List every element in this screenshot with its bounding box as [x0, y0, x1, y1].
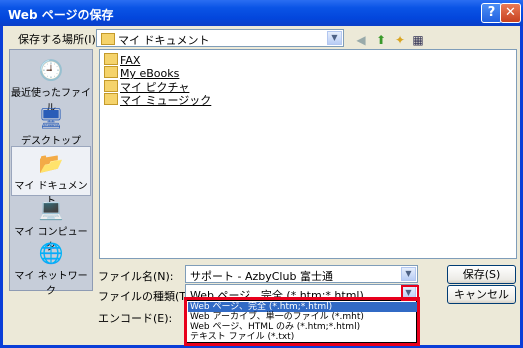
- chevron-down-icon[interactable]: ▼: [401, 267, 416, 281]
- pictures-folder-icon: [104, 80, 118, 92]
- my-network-icon: 🌐: [38, 241, 64, 265]
- place-my-network[interactable]: 🌐 マイ ネットワーク: [11, 237, 91, 297]
- place-desktop[interactable]: 🖥 デスクトップ: [11, 102, 91, 152]
- back-icon[interactable]: ◀: [353, 32, 369, 48]
- place-my-computer[interactable]: 💻 マイ コンピュータ: [11, 193, 91, 253]
- place-recent[interactable]: 🕘 最近使ったファイル: [11, 54, 91, 114]
- my-documents-icon: 📂: [38, 151, 64, 175]
- new-folder-icon[interactable]: ✦: [392, 32, 408, 48]
- folder-icon: [101, 33, 115, 45]
- places-bar: 🕘 最近使ったファイル 🖥 デスクトップ 📂 マイ ドキュメント 💻 マイ コン…: [9, 49, 93, 297]
- encoding-label: エンコード(E):: [98, 312, 173, 325]
- filename-value: サポート - AzbyClub 富士通: [190, 270, 333, 283]
- list-item[interactable]: マイ ミュージック: [104, 92, 211, 108]
- music-folder-icon: [104, 93, 118, 105]
- place-label: マイ ネットワーク: [14, 271, 88, 297]
- save-webpage-dialog: Web ページの保存 ? ✕ 保存する場所(I): マイ ドキュメント ▼ ◀ …: [0, 0, 523, 348]
- filename-field[interactable]: サポート - AzbyClub 富士通 ▼: [185, 265, 418, 283]
- list-item[interactable]: My eBooks: [104, 66, 179, 80]
- dialog-title: Web ページの保存: [8, 8, 114, 22]
- views-menu-icon[interactable]: ▦: [410, 32, 426, 48]
- up-folder-icon[interactable]: ⬆: [373, 32, 389, 48]
- options-highlight-marker: [184, 297, 420, 346]
- desktop-icon: 🖥: [38, 106, 64, 130]
- save-in-value: マイ ドキュメント: [118, 34, 210, 47]
- chevron-down-icon[interactable]: ▼: [327, 31, 342, 45]
- save-in-combo[interactable]: マイ ドキュメント ▼: [96, 29, 344, 47]
- close-button[interactable]: ✕: [500, 3, 521, 23]
- title-bar[interactable]: Web ページの保存 ? ✕: [0, 0, 523, 26]
- help-button[interactable]: ?: [481, 3, 502, 23]
- folder-icon: [104, 53, 118, 65]
- filename-label: ファイル名(N):: [98, 270, 174, 283]
- my-computer-icon: 💻: [38, 197, 64, 221]
- cancel-button[interactable]: キャンセル: [447, 285, 516, 304]
- place-my-documents[interactable]: 📂 マイ ドキュメント: [11, 146, 91, 207]
- save-button[interactable]: 保存(S): [447, 265, 516, 284]
- folder-icon: [104, 66, 118, 78]
- recent-documents-icon: 🕘: [38, 58, 64, 82]
- list-item[interactable]: FAX: [104, 53, 140, 67]
- save-in-label: 保存する場所(I):: [18, 33, 100, 46]
- file-list[interactable]: FAX My eBooks マイ ピクチャ マイ ミュージック: [99, 49, 517, 259]
- filetype-label: ファイルの種類(T):: [98, 290, 195, 303]
